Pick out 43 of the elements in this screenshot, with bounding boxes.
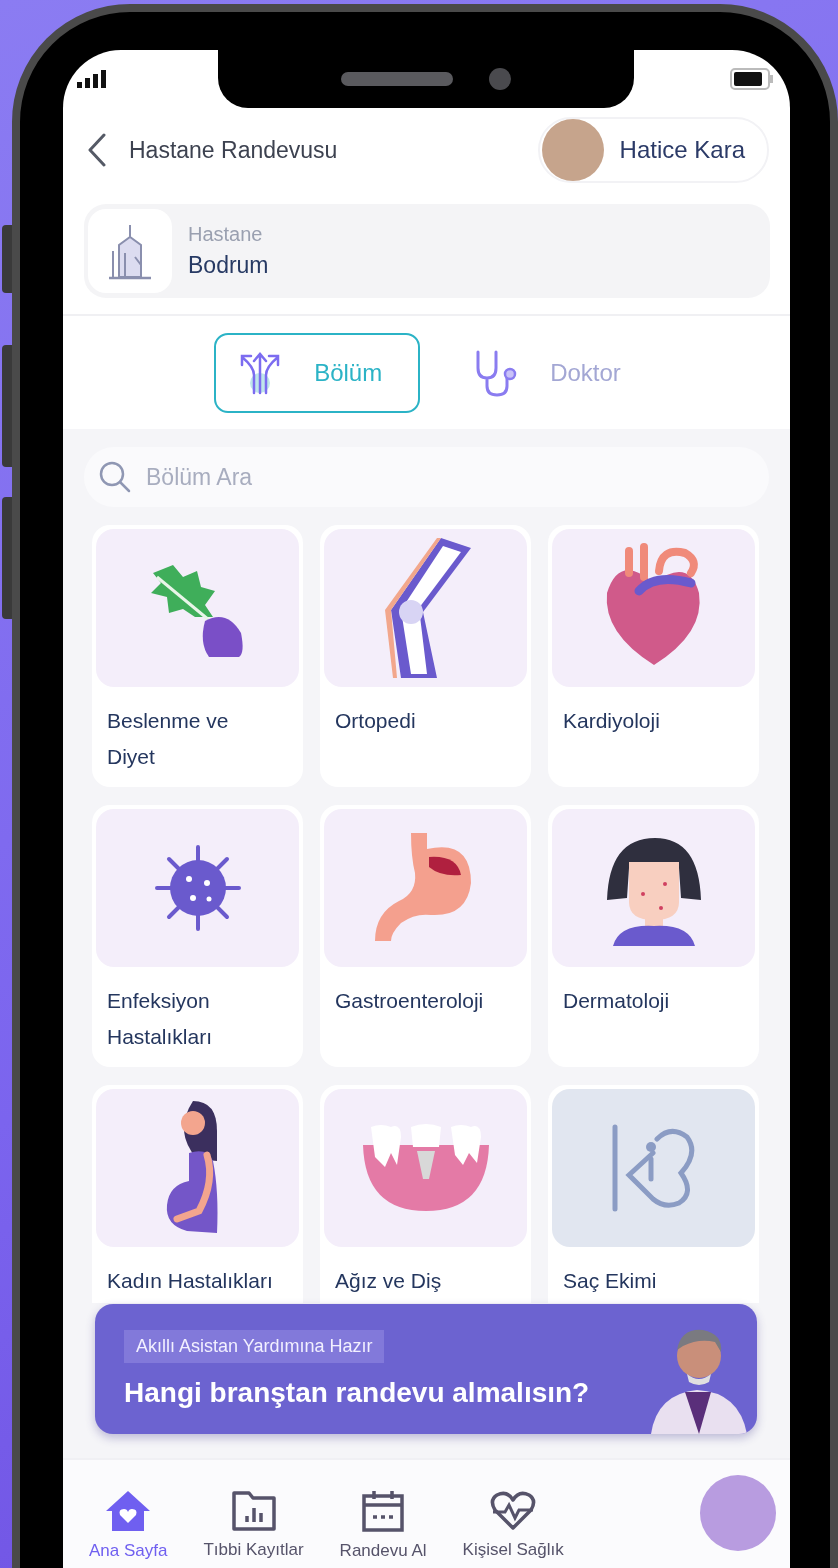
department-name: Ortopedi — [335, 708, 417, 734]
avatar-placeholder — [541, 119, 604, 181]
department-name: Beslenme ve Diyet — [107, 708, 230, 770]
department-card[interactable]: Ortopedi — [320, 525, 531, 787]
hospital-card[interactable]: Hastane Bodrum — [84, 204, 770, 298]
department-card[interactable]: Dermatoloji — [548, 805, 759, 1067]
department-card[interactable]: Ağız ve Diş — [320, 1085, 531, 1303]
department-card[interactable]: Beslenme ve Diyet — [92, 525, 303, 787]
profile-chip[interactable]: Hatice Kara — [537, 117, 769, 183]
department-card[interactable]: Enfeksiyon Hastalıkları — [92, 805, 303, 1067]
department-card[interactable]: Saç Ekimi — [548, 1085, 759, 1303]
page-title: Hastane Randevusu — [129, 136, 339, 164]
nav-item[interactable]: Ana Sayfa — [89, 1489, 168, 1561]
department-name: Kadın Hastalıkları — [107, 1268, 274, 1294]
back-icon — [87, 133, 107, 167]
folder-chart-icon — [230, 1490, 277, 1532]
nav-item[interactable]: Kişisel Sağlık — [462, 1490, 564, 1560]
nav-item[interactable]: Tıbbi Kayıtlar — [203, 1490, 304, 1560]
department-card[interactable]: Gastroenteroloji — [320, 805, 531, 1067]
heart-pulse-icon — [489, 1490, 538, 1532]
assistant-banner[interactable]: Akıllı Asistan Yardımına Hazır Hangi branştan randevu almalısın? — [95, 1304, 757, 1434]
signal-icon — [77, 70, 107, 88]
banner-tag: Akıllı Asistan Yardımına Hazır — [124, 1329, 385, 1363]
user-name: Hatice Kara — [619, 136, 745, 164]
teeth-implant-icon — [360, 1123, 491, 1213]
department-name: Saç Ekimi — [563, 1268, 658, 1294]
field-label: Hastane — [188, 223, 264, 246]
search-icon — [98, 460, 132, 494]
back-button[interactable] — [87, 133, 107, 167]
department-name: Ağız ve Diş — [335, 1268, 443, 1294]
nav-item[interactable]: Randevu Al — [339, 1489, 427, 1561]
department-name: Gastroenteroloji — [335, 988, 485, 1014]
department-card[interactable]: Kadın Hastalıkları — [92, 1085, 303, 1303]
banner-headline: Hangi branştan randevu almalısın? — [124, 1376, 590, 1409]
calendar-icon — [361, 1489, 406, 1533]
search-field[interactable]: Bölüm Ara — [84, 447, 769, 507]
department-name: Enfeksiyon Hastalıkları — [107, 988, 214, 1050]
department-name: Kardiyoloji — [563, 708, 661, 734]
battery-icon — [730, 68, 774, 90]
department-card[interactable]: Kardiyoloji — [548, 525, 759, 787]
virus-icon — [152, 843, 243, 933]
department-name: Dermatoloji — [563, 988, 671, 1014]
hospital-name: Bodrum — [188, 252, 269, 279]
